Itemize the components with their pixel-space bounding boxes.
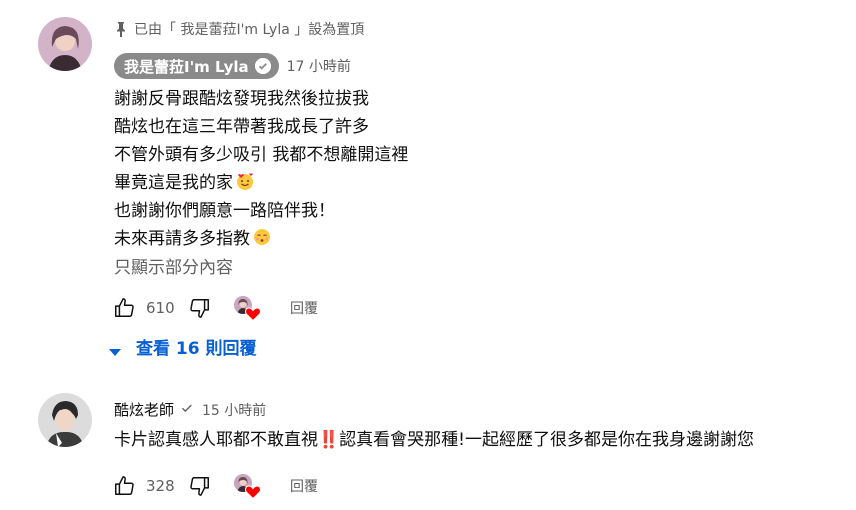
- author-name: 我是蕾菈I'm Lyla: [124, 57, 249, 76]
- pin-icon: [114, 21, 128, 37]
- comment-actions: 610 回覆: [112, 293, 318, 323]
- smiling-face-with-hearts-icon: [235, 171, 255, 191]
- view-replies-button[interactable]: 查看 16 則回覆: [108, 334, 257, 359]
- thumbs-down-icon[interactable]: [188, 296, 212, 320]
- heart-icon: [245, 484, 261, 500]
- kissing-face-icon: [252, 227, 272, 247]
- check-icon: [180, 401, 194, 419]
- thumbs-up-icon[interactable]: [112, 296, 136, 320]
- view-replies-label: 查看 16 則回覆: [136, 334, 257, 359]
- pinned-text: 已由「 我是蕾菈I'm Lyla 」設為置頂: [134, 22, 365, 38]
- comment-line: 謝謝反骨跟酷炫發現我然後拉拔我: [114, 89, 369, 109]
- comment-body: 謝謝反骨跟酷炫發現我然後拉拔我 酷炫也在這三年帶著我成長了許多 不管外頭有多少吸…: [114, 85, 408, 253]
- author-name: 酷炫老師: [114, 401, 175, 419]
- creator-heart-badge: [234, 294, 264, 322]
- pinned-label: 已由「 我是蕾菈I'm Lyla 」設為置頂: [114, 19, 364, 39]
- comment-header: 我是蕾菈I'm Lyla 17 小時前: [114, 53, 351, 79]
- reply-count: 16: [175, 339, 200, 359]
- like-count: 610: [146, 299, 175, 317]
- show-less-link[interactable]: 只顯示部分內容: [114, 253, 233, 278]
- creator-heart-badge: [234, 472, 264, 500]
- check-icon: [254, 58, 271, 74]
- comment-header: 酷炫老師 15 小時前: [114, 399, 266, 420]
- caret-down-icon: [108, 342, 122, 356]
- comment-actions: 328 回覆: [112, 471, 318, 501]
- thumbs-up-icon[interactable]: [112, 474, 136, 498]
- avatar[interactable]: [38, 17, 92, 71]
- comment-line: 未來再請多多指教: [114, 229, 250, 249]
- avatar[interactable]: [38, 393, 92, 447]
- author-chip[interactable]: 我是蕾菈I'm Lyla: [114, 53, 279, 79]
- comment-line: 也謝謝你們願意一路陪伴我！: [114, 201, 335, 221]
- timestamp[interactable]: 15 小時前: [202, 400, 266, 420]
- comment-line: 畢竟這是我的家: [114, 173, 233, 193]
- view-replies-suffix: 則回覆: [205, 339, 257, 359]
- comment-line: 不管外頭有多少吸引 我都不想離開這裡: [114, 145, 409, 165]
- like-count: 328: [146, 477, 175, 495]
- comment-line-with-emoji: 未來再請多多指教: [114, 225, 408, 253]
- comment-line: 酷炫也在這三年帶著我成長了許多: [114, 117, 369, 137]
- reply-button[interactable]: 回覆: [290, 298, 318, 318]
- comment-body: 卡片認真感人耶都不敢直視‼️認真看會哭那種!一起經歷了很多都是你在我身邊謝謝您: [114, 430, 754, 450]
- author-name-row[interactable]: 酷炫老師: [114, 399, 194, 420]
- reply-button[interactable]: 回覆: [290, 476, 318, 496]
- view-replies-prefix: 查看: [136, 339, 170, 359]
- comment-line-with-emoji: 畢竟這是我的家: [114, 169, 408, 197]
- timestamp[interactable]: 17 小時前: [287, 56, 351, 76]
- heart-icon: [245, 306, 261, 322]
- thumbs-down-icon[interactable]: [188, 474, 212, 498]
